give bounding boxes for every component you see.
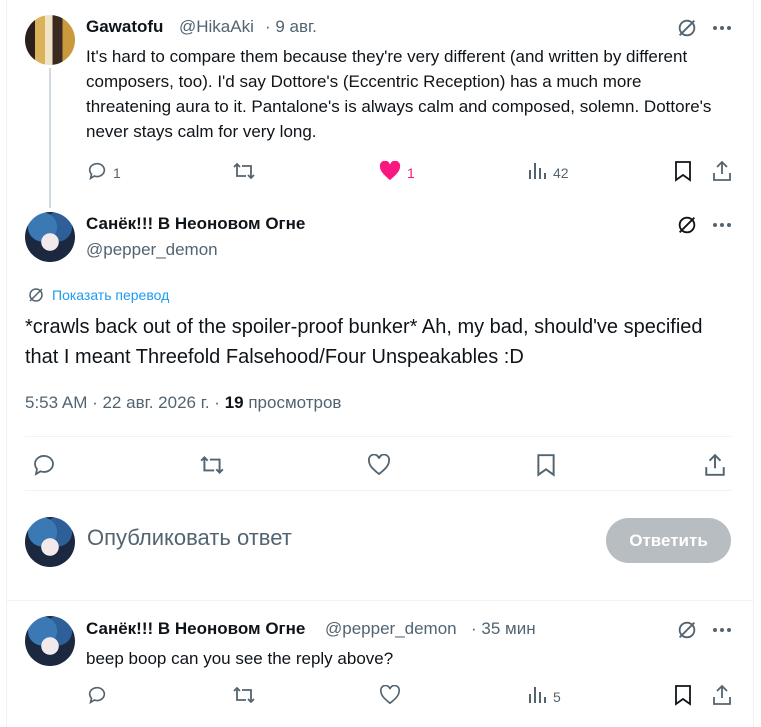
bookmark-icon[interactable] — [673, 684, 693, 706]
share-icon[interactable] — [711, 160, 733, 182]
divider — [25, 490, 731, 491]
retweet-icon[interactable] — [199, 453, 225, 477]
views-label: просмотров — [248, 393, 342, 412]
tweet-meta: 5:53 AM · 22 авг. 2026 г. · 19 просмотро… — [25, 393, 341, 413]
tweet-text: beep boop can you see the reply above? — [86, 649, 394, 668]
avatar[interactable] — [25, 212, 75, 262]
grok-icon[interactable] — [676, 214, 698, 236]
more-icon[interactable] — [711, 18, 733, 38]
tweet-date[interactable]: · 9 авг. — [265, 17, 317, 37]
column-border-left — [6, 0, 7, 727]
share-icon[interactable] — [711, 684, 733, 706]
divider — [6, 600, 754, 601]
more-icon[interactable] — [711, 215, 733, 235]
avatar — [25, 517, 75, 567]
tweet-timestamp[interactable]: 5:53 AM · 22 авг. 2026 г. · — [25, 393, 220, 412]
author-handle[interactable]: @pepper_demon — [86, 240, 218, 260]
bookmark-icon[interactable] — [535, 453, 557, 477]
views-count: 5 — [553, 689, 561, 705]
show-translation-link[interactable]: Показать перевод — [52, 287, 169, 303]
reply-submit-button[interactable]: Ответить — [606, 518, 731, 563]
author-name[interactable]: Санёк!!! В Неоновом Огне — [86, 214, 305, 234]
author-name[interactable]: Gawatofu — [86, 17, 163, 37]
author-handle[interactable]: @pepper_demon — [325, 619, 457, 639]
reply-icon[interactable] — [32, 453, 56, 477]
views-number: 19 — [224, 393, 244, 412]
divider — [25, 436, 731, 437]
grok-icon[interactable] — [676, 17, 698, 39]
reply-icon[interactable] — [86, 160, 108, 182]
reply-count: 1 — [113, 165, 121, 181]
heart-icon[interactable] — [379, 161, 401, 181]
more-icon[interactable] — [711, 620, 733, 640]
retweet-icon[interactable] — [232, 684, 256, 706]
avatar[interactable] — [25, 15, 75, 65]
author-handle[interactable]: @HikaAki — [179, 17, 254, 37]
tweet-date[interactable]: · 35 мин — [471, 619, 536, 639]
bookmark-icon[interactable] — [673, 160, 693, 182]
views-icon[interactable] — [527, 161, 547, 181]
views-count: 42 — [553, 165, 569, 181]
reply-icon[interactable] — [86, 684, 108, 706]
heart-icon[interactable] — [379, 685, 401, 705]
like-count: 1 — [407, 165, 415, 181]
thread-connector — [49, 68, 51, 208]
translate-icon[interactable] — [27, 286, 45, 304]
reply-input[interactable]: Опубликовать ответ — [87, 525, 292, 551]
avatar[interactable] — [25, 616, 75, 666]
heart-icon[interactable] — [367, 454, 391, 476]
grok-icon[interactable] — [676, 619, 698, 641]
tweet-text: *crawls back out of the spoiler-proof bu… — [25, 316, 703, 368]
author-name[interactable]: Санёк!!! В Неоновом Огне — [86, 619, 305, 639]
retweet-icon[interactable] — [232, 160, 256, 182]
share-icon[interactable] — [703, 453, 727, 477]
tweet-text: It's hard to compare them because they'r… — [86, 47, 712, 141]
views-icon[interactable] — [527, 685, 547, 705]
column-border-right — [753, 0, 754, 727]
